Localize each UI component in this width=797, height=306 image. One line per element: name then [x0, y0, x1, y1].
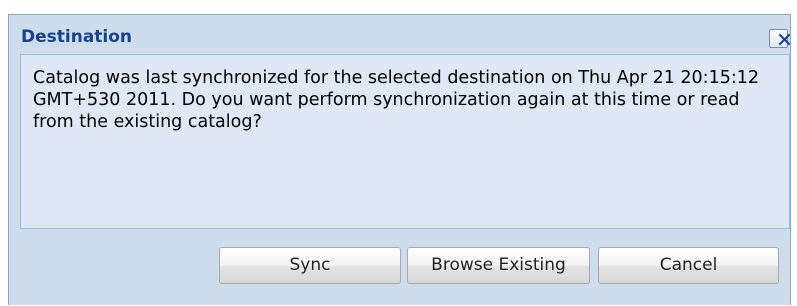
destination-dialog: Destination Catalog was last synchronize…	[8, 14, 791, 305]
dialog-titlebar[interactable]: Destination	[9, 15, 791, 55]
dialog-title: Destination	[21, 27, 133, 47]
close-icon	[778, 33, 791, 46]
dialog-message: Catalog was last synchronized for the se…	[33, 68, 760, 132]
sync-button[interactable]: Sync	[219, 247, 401, 284]
close-button[interactable]	[769, 29, 791, 48]
cancel-button[interactable]: Cancel	[598, 247, 779, 284]
browse-existing-button[interactable]: Browse Existing	[407, 247, 590, 284]
dialog-footer: Sync Browse Existing Cancel	[9, 229, 790, 306]
dialog-body: Catalog was last synchronized for the se…	[20, 54, 790, 229]
